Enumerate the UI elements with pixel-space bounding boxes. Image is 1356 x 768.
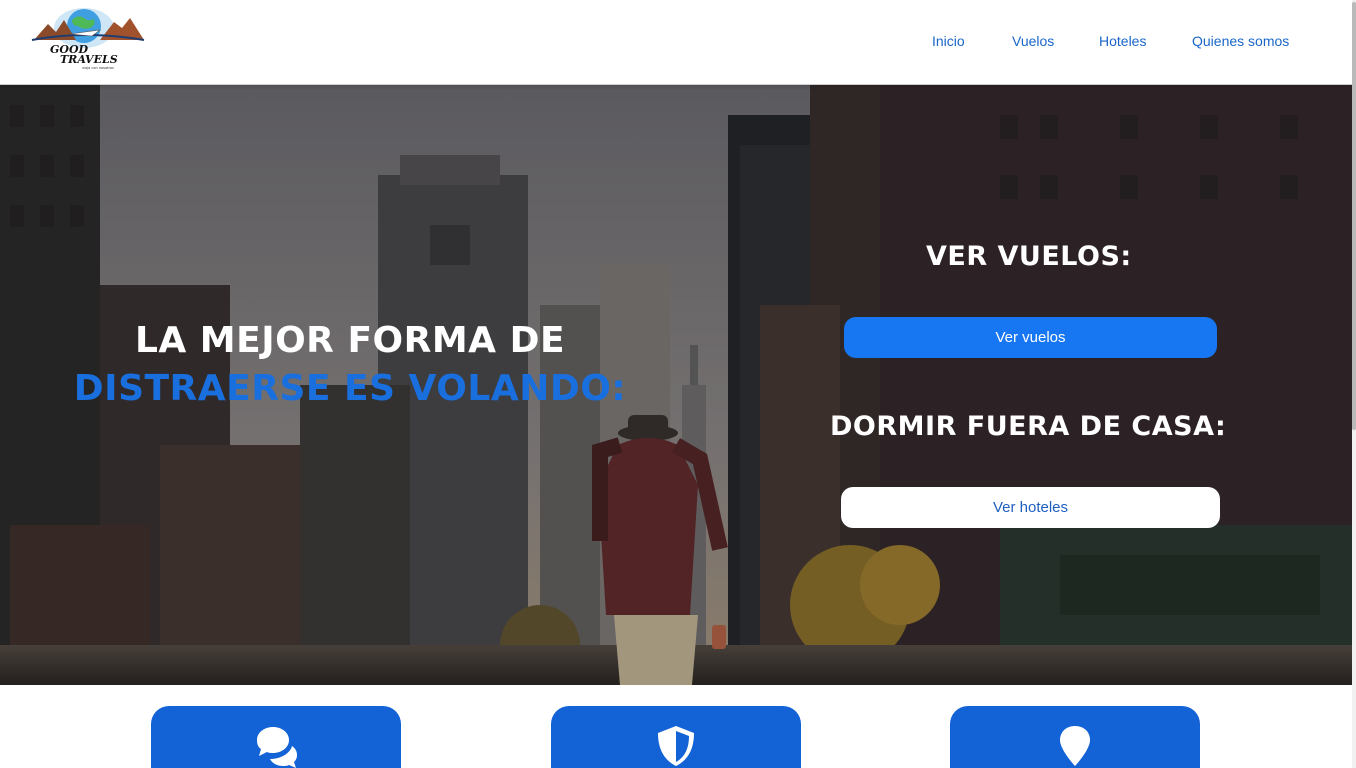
features-section [0,685,1352,768]
feature-card-chat [151,706,401,768]
nav-link-hoteles[interactable]: Hoteles [1099,33,1146,49]
page-scrollbar[interactable] [1352,0,1356,768]
view-hotels-button[interactable]: Ver hoteles [841,487,1220,528]
slogan-line-1: LA MEJOR FORMA DE [134,320,566,361]
shield-icon [658,726,694,766]
feature-card-location [950,706,1200,768]
chat-bubbles-icon [257,727,297,768]
site-header: GOOD TRAVELS viaja con nosotros Inicio V… [0,0,1352,85]
view-flights-button[interactable]: Ver vuelos [844,317,1217,358]
hero-section: LA MEJOR FORMA DE DISTRAERSE ES VOLANDO:… [0,85,1352,685]
hotels-title: DORMIR FUERA DE CASA: [830,411,1227,442]
location-pin-icon [1060,726,1090,766]
nav-link-inicio[interactable]: Inicio [932,33,965,49]
flights-title: VER VUELOS: [926,241,1132,272]
nav-link-vuelos[interactable]: Vuelos [1012,33,1054,49]
main-nav: Inicio Vuelos Hoteles Quienes somos [0,33,1352,53]
hero-slogan: LA MEJOR FORMA DE DISTRAERSE ES VOLANDO: [40,317,660,413]
nav-link-quienes-somos[interactable]: Quienes somos [1192,33,1289,49]
svg-text:viaja con nosotros: viaja con nosotros [82,66,114,70]
slogan-line-2: DISTRAERSE ES VOLANDO: [73,368,627,409]
scrollbar-thumb[interactable] [1352,2,1356,430]
feature-card-security [551,706,801,768]
svg-text:TRAVELS: TRAVELS [60,53,118,66]
